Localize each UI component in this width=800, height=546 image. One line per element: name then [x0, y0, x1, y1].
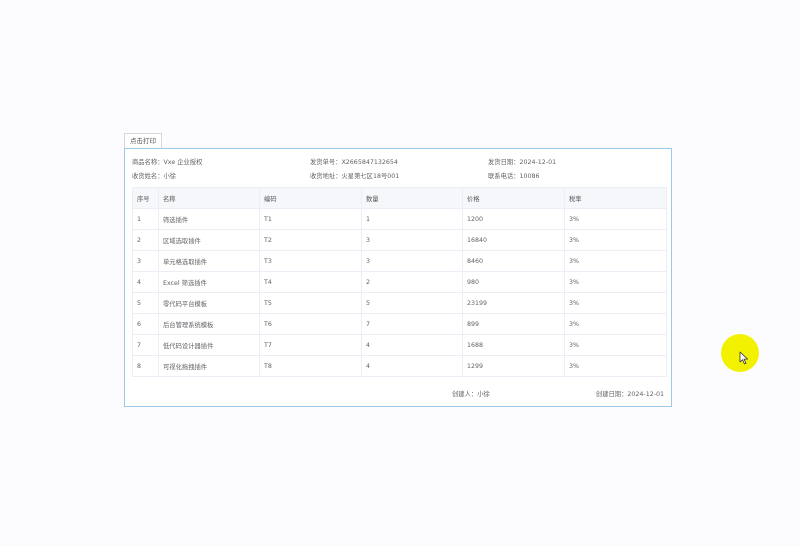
cell-code: T1: [259, 208, 362, 230]
address-value: 火星第七区18号001: [341, 173, 400, 180]
cell-name: 单元格选取插件: [158, 250, 260, 272]
creator-text: 创建人：小徐: [452, 391, 490, 398]
table-row: 8 可视化拖拽插件 T8 4 1299 3%: [132, 355, 667, 377]
cell-name: 可视化拖拽插件: [158, 355, 260, 377]
cell-price: 23199: [462, 292, 565, 314]
cell-quantity: 1: [361, 208, 463, 230]
cell-quantity: 3: [361, 250, 463, 272]
table-row: 7 低代码设计器插件 T7 4 1688 3%: [132, 334, 667, 356]
order-number-label: 发货单号：: [310, 159, 342, 166]
cell-tax-rate: 3%: [564, 250, 667, 272]
cell-quantity: 4: [361, 334, 463, 356]
cell-code: T8: [259, 355, 362, 377]
cell-quantity: 4: [361, 355, 463, 377]
receiver-name-field: 收货姓名：小徐: [132, 171, 176, 180]
phone-value: 10086: [519, 173, 540, 180]
cell-price: 1688: [462, 334, 565, 356]
cell-index: 3: [132, 250, 159, 272]
column-header-code: 编码: [259, 187, 362, 209]
ship-date-field: 发货日期：2024-12-01: [488, 157, 556, 166]
cell-price: 1200: [462, 208, 565, 230]
cell-code: T3: [259, 250, 362, 272]
product-name-field: 商品名称：Vxe 企业授权: [132, 157, 202, 166]
cell-price: 980: [462, 271, 565, 293]
cell-index: 5: [132, 292, 159, 314]
product-name-value: Vxe 企业授权: [163, 159, 203, 166]
column-header-name: 名称: [158, 187, 260, 209]
cell-code: T2: [259, 229, 362, 251]
receiver-name-label: 收货姓名：: [132, 173, 164, 180]
ship-date-value: 2024-12-01: [519, 159, 557, 166]
cell-price: 1299: [462, 355, 565, 377]
cell-name: 筛选插件: [158, 208, 260, 230]
cell-tax-rate: 3%: [564, 229, 667, 251]
cell-price: 8460: [462, 250, 565, 272]
table-row: 1 筛选插件 T1 1 1200 3%: [132, 208, 667, 230]
mouse-pointer-icon: [739, 350, 749, 369]
address-field: 收货地址：火星第七区18号001: [310, 171, 399, 180]
table-header-row: 序号 名称 编码 数量 价格 税率: [132, 187, 667, 209]
cell-tax-rate: 3%: [564, 313, 667, 335]
cell-quantity: 5: [361, 292, 463, 314]
goods-table: 序号 名称 编码 数量 价格 税率 1 筛选插件 T1 1 1200 3% 2 …: [132, 187, 667, 377]
cell-name: Excel 筛选插件: [158, 271, 260, 293]
table-row: 4 Excel 筛选插件 T4 2 980 3%: [132, 271, 667, 293]
table-row: 3 单元格选取插件 T3 3 8460 3%: [132, 250, 667, 272]
cell-tax-rate: 3%: [564, 334, 667, 356]
column-header-index: 序号: [132, 187, 159, 209]
cell-tax-rate: 3%: [564, 271, 667, 293]
table-row: 5 零代码平台模板 T5 5 23199 3%: [132, 292, 667, 314]
cell-price: 899: [462, 313, 565, 335]
cell-index: 1: [132, 208, 159, 230]
cell-index: 8: [132, 355, 159, 377]
order-number-field: 发货单号：X2665847132654: [310, 157, 398, 166]
cell-price: 16840: [462, 229, 565, 251]
cell-index: 6: [132, 313, 159, 335]
phone-label: 联系电话：: [488, 173, 520, 180]
cell-tax-rate: 3%: [564, 292, 667, 314]
cell-quantity: 2: [361, 271, 463, 293]
column-header-price: 价格: [462, 187, 565, 209]
product-name-label: 商品名称：: [132, 159, 164, 166]
cell-index: 7: [132, 334, 159, 356]
print-button[interactable]: 点击打印: [124, 133, 162, 148]
cell-index: 2: [132, 229, 159, 251]
cell-name: 区域选取插件: [158, 229, 260, 251]
table-row: 2 区域选取插件 T2 3 16840 3%: [132, 229, 667, 251]
cell-name: 后台管理系统模板: [158, 313, 260, 335]
cell-code: T5: [259, 292, 362, 314]
address-label: 收货地址：: [310, 173, 342, 180]
column-header-tax-rate: 税率: [564, 187, 667, 209]
cell-quantity: 3: [361, 229, 463, 251]
cell-code: T7: [259, 334, 362, 356]
table-row: 6 后台管理系统模板 T6 7 899 3%: [132, 313, 667, 335]
ship-date-label: 发货日期：: [488, 159, 520, 166]
cell-code: T6: [259, 313, 362, 335]
cell-index: 4: [132, 271, 159, 293]
cell-name: 零代码平台模板: [158, 292, 260, 314]
shipping-document: 商品名称：Vxe 企业授权 发货单号：X2665847132654 发货日期：2…: [124, 148, 672, 407]
cell-code: T4: [259, 271, 362, 293]
column-header-quantity: 数量: [361, 187, 463, 209]
cell-quantity: 7: [361, 313, 463, 335]
cell-name: 低代码设计器插件: [158, 334, 260, 356]
phone-field: 联系电话：10086: [488, 171, 540, 180]
cell-tax-rate: 3%: [564, 355, 667, 377]
created-date-text: 创建日期：2024-12-01: [595, 391, 664, 398]
order-number-value: X2665847132654: [341, 159, 398, 166]
receiver-name-value: 小徐: [163, 173, 177, 180]
cell-tax-rate: 3%: [564, 208, 667, 230]
